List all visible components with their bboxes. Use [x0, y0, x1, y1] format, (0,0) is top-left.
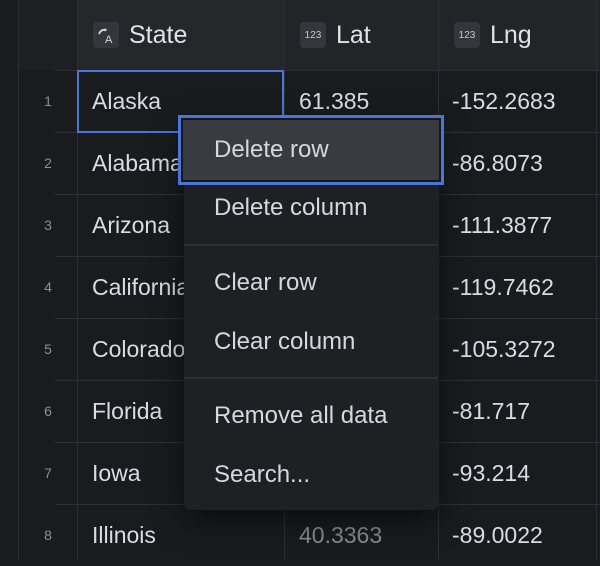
column-header-lat[interactable]: 123 Lat: [285, 0, 438, 70]
cell-lng[interactable]: -119.7462: [452, 256, 600, 318]
menu-item-delete-row[interactable]: Delete row: [178, 115, 444, 185]
number-type-icon[interactable]: 123: [454, 22, 480, 48]
row-number[interactable]: 5: [19, 318, 77, 380]
context-menu: Delete row Delete column Clear row Clear…: [178, 115, 444, 510]
cell-lng[interactable]: -89.0022: [452, 504, 600, 566]
cell-lng[interactable]: -105.3272: [452, 318, 600, 380]
cell-lng[interactable]: -81.717: [452, 380, 600, 442]
row-number[interactable]: 7: [19, 442, 77, 504]
menu-separator: [184, 377, 438, 379]
number-type-icon[interactable]: 123: [300, 22, 326, 48]
column-header-state[interactable]: A State: [77, 0, 284, 70]
text-type-icon[interactable]: A: [93, 22, 119, 48]
header-corner: [19, 0, 77, 70]
row-number[interactable]: 8: [19, 504, 77, 566]
grid-divider: [596, 0, 597, 560]
cell-lng[interactable]: -152.2683: [452, 70, 600, 132]
row-number[interactable]: 4: [19, 256, 77, 318]
row-number[interactable]: 2: [19, 132, 77, 194]
column-header-label: Lat: [336, 20, 371, 49]
row-number[interactable]: 3: [19, 194, 77, 256]
svg-text:A: A: [105, 34, 113, 45]
cell-state[interactable]: Illinois: [92, 504, 272, 566]
table-row: 8 Illinois 40.3363 -89.0022: [19, 504, 600, 566]
cell-lng[interactable]: -86.8073: [452, 132, 600, 194]
menu-item-search[interactable]: Search...: [184, 445, 438, 504]
menu-item-delete-column[interactable]: Delete column: [184, 178, 438, 237]
grid-divider: [18, 0, 19, 560]
menu-item-clear-row[interactable]: Clear row: [184, 253, 438, 312]
cell-lng[interactable]: -111.3877: [452, 194, 600, 256]
grid-divider: [438, 0, 439, 560]
menu-separator: [184, 244, 438, 246]
cell-lat[interactable]: 40.3363: [299, 504, 439, 566]
menu-item-remove-all-data[interactable]: Remove all data: [184, 386, 438, 445]
row-number[interactable]: 6: [19, 380, 77, 442]
row-number[interactable]: 1: [19, 70, 77, 132]
cell-lng[interactable]: -93.214: [452, 442, 600, 504]
column-header-lng[interactable]: 123 Lng: [439, 0, 600, 70]
column-header-label: State: [129, 20, 188, 49]
column-header-label: Lng: [490, 20, 532, 49]
menu-item-clear-column[interactable]: Clear column: [184, 312, 438, 371]
